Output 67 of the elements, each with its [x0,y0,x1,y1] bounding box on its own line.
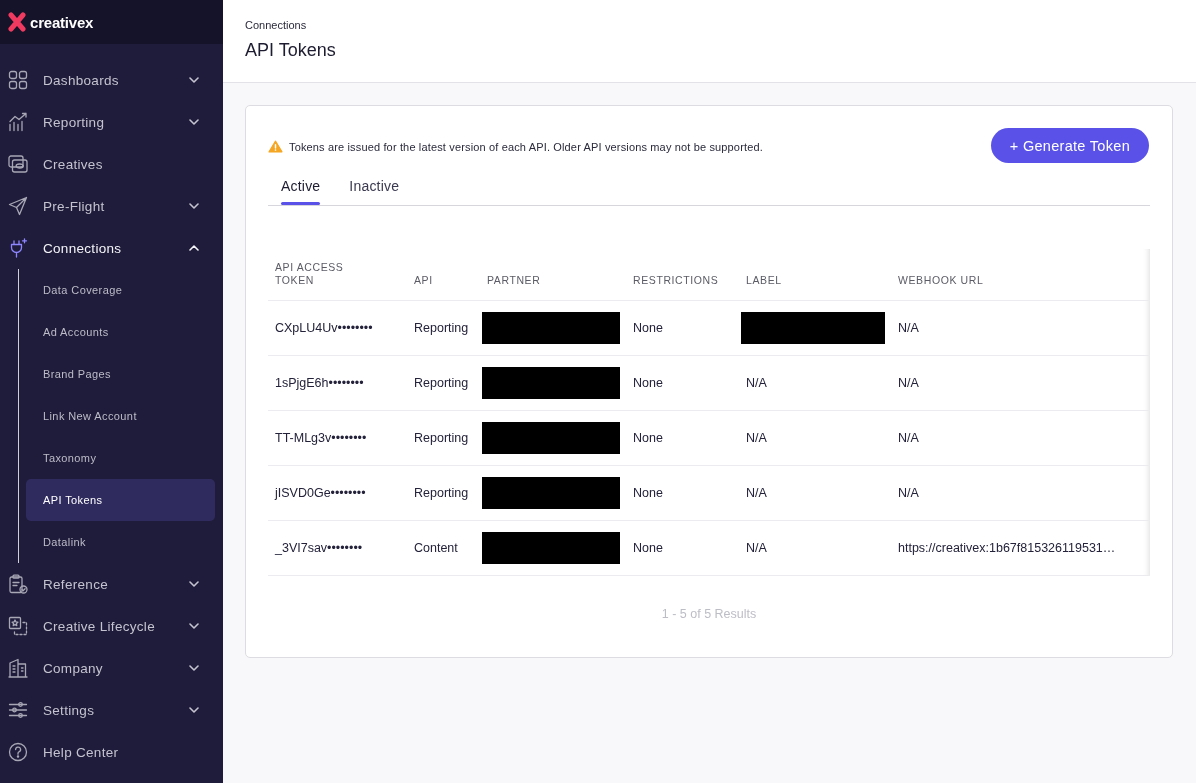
nav-item[interactable]: Creative Lifecycle [0,605,223,647]
nav-subitem[interactable]: Taxonomy [26,437,215,479]
paper-plane-icon [8,196,28,216]
nav-item[interactable]: Dashboards [0,59,223,101]
nav-subitem[interactable]: Datalink [26,521,215,563]
clipboard-check-icon [8,574,28,594]
table-cell: N/A [891,300,1150,355]
table-cell: Reporting [407,410,480,465]
table-cell: Reporting [407,355,480,410]
generate-token-button[interactable]: + Generate Token [990,128,1149,163]
table-cell: None [626,520,739,575]
column-header: API ACCESS TOKEN [268,249,407,300]
table-cell: N/A [739,465,891,520]
nav-item[interactable]: Connections [0,227,223,269]
table-cell: https://creativex:1b67f815326119531… [891,520,1150,575]
table-cell: Reporting [407,465,480,520]
nav-item[interactable]: Company [0,647,223,689]
logo-text: creativex [30,13,94,31]
sliders-icon [8,700,28,720]
nav-subitem[interactable]: Ad Accounts [26,311,215,353]
tab[interactable]: Active [281,178,321,205]
table-cell: N/A [739,410,891,465]
table-cell: TT-MLg3v•••••••• [268,410,407,465]
column-header: RESTRICTIONS [626,249,739,300]
nav-item[interactable]: Pre-Flight [0,185,223,227]
nav-item[interactable]: Help Center [0,731,223,773]
nav-item[interactable]: Settings [0,689,223,731]
breadcrumb-link[interactable]: Connections [245,18,307,32]
table-cell: None [626,355,739,410]
images-icon [8,154,28,174]
nav-subitem[interactable]: API Tokens [26,479,215,521]
column-header: PARTNER [480,249,626,300]
column-header: API [407,249,480,300]
column-header: LABEL [739,249,891,300]
help-icon [8,742,28,762]
table-cell: 1sPjgE6h•••••••• [268,355,407,410]
pagination-text: 1 - 5 of 5 Results [660,605,758,622]
building-icon [8,658,28,678]
column-header: WEBHOOK URL [891,249,1150,300]
table-cell: None [626,410,739,465]
nav-item[interactable]: Creatives [0,143,223,185]
table-cell: Content [407,520,480,575]
table-cell: None [626,465,739,520]
table-cell: N/A [891,410,1150,465]
table-cell: Reporting [407,300,480,355]
table-cell: None [626,300,739,355]
table-cell: _3VI7sav•••••••• [268,520,407,575]
tab[interactable]: Inactive [349,178,400,205]
nav-subitem[interactable]: Data Coverage [26,269,215,311]
nav-subitem[interactable]: Brand Pages [26,353,215,395]
plug-icon [8,238,28,258]
chart-icon [8,112,28,132]
nav-item[interactable]: Reporting [0,101,223,143]
page-title: API Tokens [245,39,337,61]
grid-icon [8,70,28,90]
table-cell: N/A [739,355,891,410]
logo-mark-icon [8,12,26,32]
table-cell: jISVD0Ge•••••••• [268,465,407,520]
table-cell: N/A [739,520,891,575]
table-cell: CXpLU4Uv•••••••• [268,300,407,355]
star-frame-icon [8,616,28,636]
table-cell: N/A [891,355,1150,410]
table-cell: N/A [891,465,1150,520]
nav-item[interactable]: Reference [0,563,223,605]
nav-subitem[interactable]: Link New Account [26,395,215,437]
warning-icon [268,140,283,153]
notice-text: Tokens are issued for the latest version of each API. Older API versions may not be supported. [289,140,763,153]
